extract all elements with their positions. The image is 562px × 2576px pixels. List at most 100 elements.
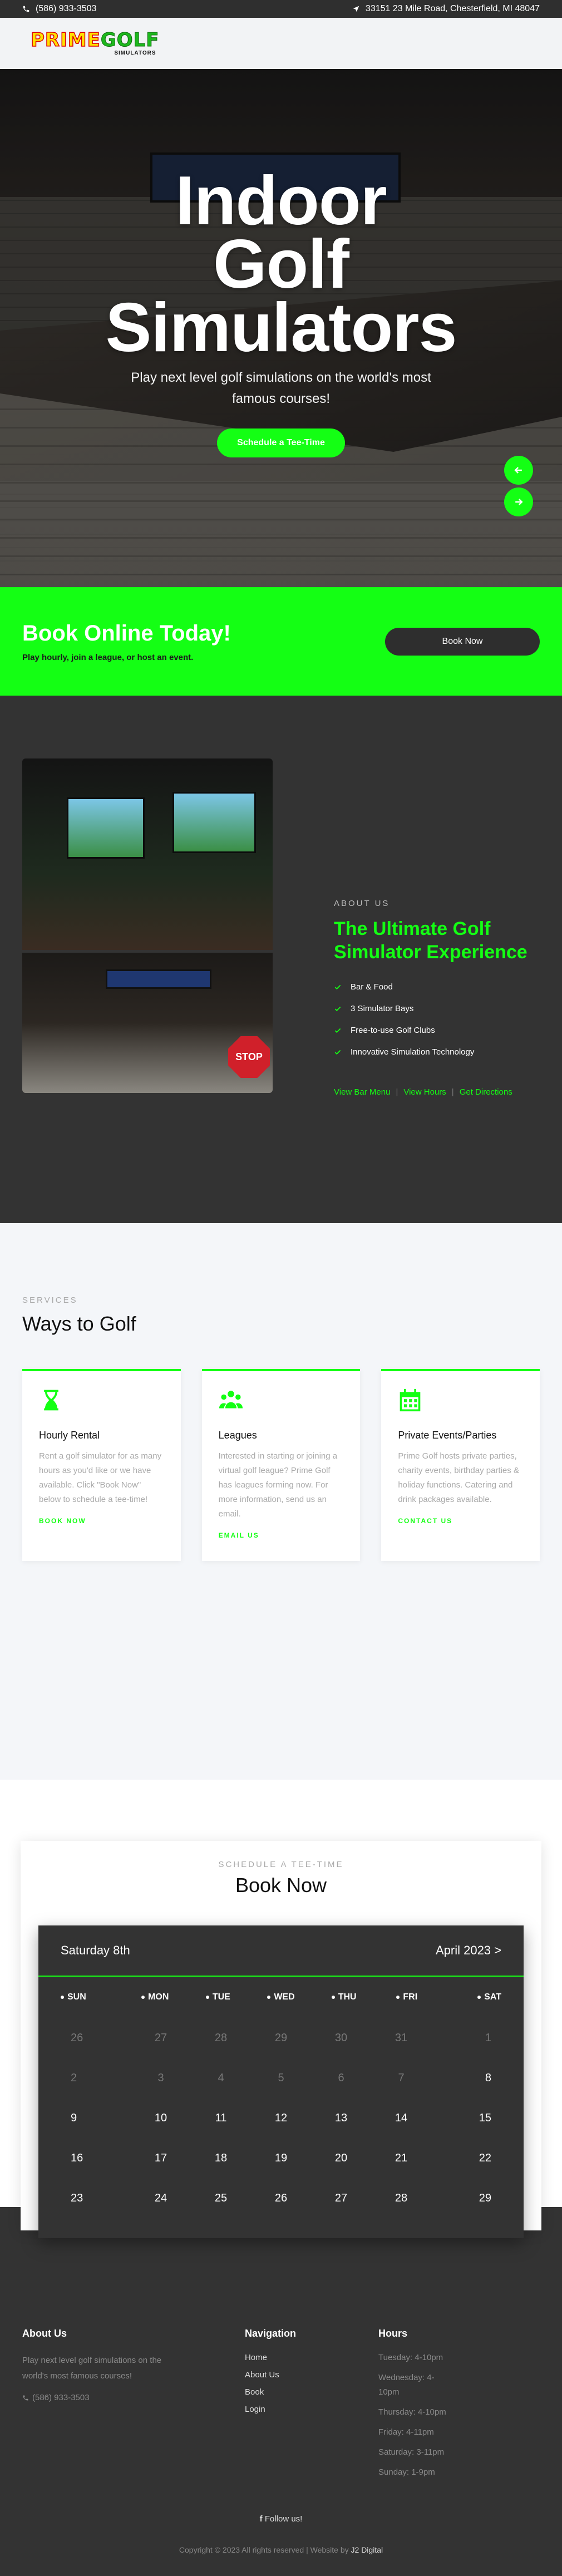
weekday-label: FRI xyxy=(376,1992,438,2002)
calendar-day[interactable]: 22 xyxy=(431,2152,501,2165)
weekday-dot xyxy=(205,1996,209,1999)
calendar-day[interactable]: 10 xyxy=(131,2112,191,2125)
site-footer: About Us Play next level golf simulation… xyxy=(0,2269,562,2576)
email-us-link[interactable]: EMAIL US xyxy=(219,1531,344,1539)
calendar-day[interactable]: 8 xyxy=(431,2072,501,2085)
weekday-dot xyxy=(61,1996,64,1999)
weekday-label: SUN xyxy=(61,1992,124,2002)
footer-nav-book[interactable]: Book xyxy=(245,2387,296,2397)
get-directions-link[interactable]: Get Directions xyxy=(460,1087,512,1097)
check-icon xyxy=(334,1050,341,1055)
service-card-private-events: Private Events/Parties Prime Golf hosts … xyxy=(381,1369,540,1561)
follow-us-link[interactable]: f Follow us! xyxy=(0,2514,562,2524)
calendar-day[interactable]: 18 xyxy=(191,2152,251,2165)
footer-phone[interactable]: (586) 933-3503 xyxy=(22,2393,184,2402)
weekday-label: THU xyxy=(313,1992,376,2002)
service-card-text: Rent a golf simulator for as many hours … xyxy=(39,1451,162,1504)
footer-nav-home[interactable]: Home xyxy=(245,2353,296,2362)
calendar-day[interactable]: 13 xyxy=(311,2112,371,2125)
calendar-next-month-button[interactable]: April 2023 > xyxy=(436,1943,501,1958)
feature-label: 3 Simulator Bays xyxy=(351,1004,414,1013)
calendar-day: 4 xyxy=(218,2071,224,2084)
calendar-day: 30 xyxy=(334,2031,348,2044)
topbar-phone-text: (586) 933-3503 xyxy=(36,4,97,13)
cta-title: Book Online Today! xyxy=(22,620,231,646)
check-icon xyxy=(334,984,341,989)
calendar-week-row: 9 10 11 12 13 14 15 xyxy=(61,2098,501,2138)
calendar-day[interactable]: 19 xyxy=(251,2152,311,2165)
weekday-dot xyxy=(331,1996,335,1999)
copyright: Copyright © 2023 All rights reserved | W… xyxy=(0,2545,562,2554)
follow-us-text: Follow us! xyxy=(264,2514,303,2524)
book-now-button[interactable]: Book Now xyxy=(385,627,540,656)
slider-prev-button[interactable] xyxy=(504,456,533,485)
booking-eyebrow: SCHEDULE A TEE-TIME xyxy=(218,1860,344,1869)
weekday-label: TUE xyxy=(186,1992,249,2002)
calendar-day[interactable]: 28 xyxy=(371,2192,431,2205)
calendar-day[interactable]: 14 xyxy=(371,2112,431,2125)
logo-word-golf: GOLF xyxy=(100,29,160,51)
feature-item: Bar & Food xyxy=(334,976,540,998)
hero-subtitle: Play next level golf simulations on the … xyxy=(131,370,431,406)
service-card-title: Private Events/Parties xyxy=(398,1430,497,1441)
check-icon xyxy=(334,1006,341,1011)
footer-about: About Us Play next level golf simulation… xyxy=(22,2328,184,2402)
link-separator: | xyxy=(396,1087,398,1097)
calendar-day[interactable]: 25 xyxy=(191,2192,251,2205)
services-title: Ways to Golf xyxy=(22,1312,136,1335)
booking-calendar: Saturday 8th April 2023 > SUN MON TUE WE… xyxy=(38,1925,524,2238)
weekday-dot xyxy=(477,1996,481,1999)
service-cards: Hourly Rental Rent a golf simulator for … xyxy=(22,1369,540,1561)
arrow-left-icon xyxy=(514,467,522,474)
slider-next-button[interactable] xyxy=(504,487,533,516)
calendar-day[interactable]: 27 xyxy=(311,2192,371,2205)
schedule-tee-time-button[interactable]: Schedule a Tee-Time xyxy=(217,428,345,457)
calendar-day[interactable]: 24 xyxy=(131,2192,191,2205)
calendar-day[interactable]: 15 xyxy=(431,2112,501,2125)
calendar-day: 28 xyxy=(214,2031,228,2044)
hours-entry: Wednesday: 4-10pm xyxy=(378,2373,435,2397)
weekday-dot xyxy=(267,1996,271,1999)
calendar-day[interactable]: 11 xyxy=(191,2112,251,2125)
book-now-link[interactable]: BOOK NOW xyxy=(39,1517,164,1525)
view-hours-link[interactable]: View Hours xyxy=(403,1087,446,1097)
calendar-day[interactable]: 26 xyxy=(251,2192,311,2205)
calendar-day[interactable]: 12 xyxy=(251,2112,311,2125)
stop-sign: STOP xyxy=(228,1036,270,1078)
calendar-day: 1 xyxy=(485,2031,491,2044)
developer-link[interactable]: J2 Digital xyxy=(351,2545,383,2554)
feature-label: Bar & Food xyxy=(351,982,393,992)
calendar-day[interactable]: 17 xyxy=(131,2152,191,2165)
weekday-label: SAT xyxy=(438,1992,501,2002)
calendar-day[interactable]: 9 xyxy=(61,2112,131,2125)
footer-phone-text: (586) 933-3503 xyxy=(32,2393,90,2402)
calendar-header: Saturday 8th April 2023 > xyxy=(38,1925,524,1977)
hours-entry: Sunday: 1-9pm xyxy=(378,2467,435,2477)
topbar-address[interactable]: 33151 23 Mile Road, Chesterfield, MI 480… xyxy=(352,4,540,14)
topbar-phone[interactable]: (586) 933-3503 xyxy=(22,4,96,14)
footer-nav-about-us[interactable]: About Us xyxy=(245,2370,296,2380)
hours-entry: Tuesday: 4-10pm xyxy=(378,2353,443,2362)
calendar-day[interactable]: 16 xyxy=(61,2152,131,2165)
calendar-day[interactable]: 20 xyxy=(311,2152,371,2165)
feature-item: Innovative Simulation Technology xyxy=(334,1041,540,1063)
calendar-week-row: 2 3 4 5 6 7 8 xyxy=(61,2058,501,2098)
contact-us-link[interactable]: CONTACT US xyxy=(398,1517,523,1525)
feature-item: Free-to-use Golf Clubs xyxy=(334,1019,540,1041)
booking-section: SCHEDULE A TEE-TIME Book Now Saturday 8t… xyxy=(0,1780,562,2269)
weekday-text: SAT xyxy=(484,1992,501,2002)
footer-about-title: About Us xyxy=(22,2328,67,2339)
service-card-leagues: Leagues Interested in starting or joinin… xyxy=(201,1369,361,1561)
calendar-day[interactable]: 29 xyxy=(431,2192,501,2205)
calendar-day[interactable]: 23 xyxy=(61,2192,131,2205)
calendar-day: 27 xyxy=(154,2031,167,2044)
calendar-day[interactable]: 21 xyxy=(371,2152,431,2165)
logo[interactable]: PRIMEGOLF SIMULATORS xyxy=(30,29,160,56)
footer-nav-title: Navigation xyxy=(245,2328,297,2339)
service-card-text: Interested in starting or joining a virt… xyxy=(218,1451,338,1519)
footer-nav-login[interactable]: Login xyxy=(245,2405,296,2414)
view-bar-menu-link[interactable]: View Bar Menu xyxy=(334,1087,390,1097)
logo-word-prime: PRIME xyxy=(30,29,101,51)
calendar-day: 26 xyxy=(71,2031,83,2044)
calendar-day: 29 xyxy=(274,2031,288,2044)
